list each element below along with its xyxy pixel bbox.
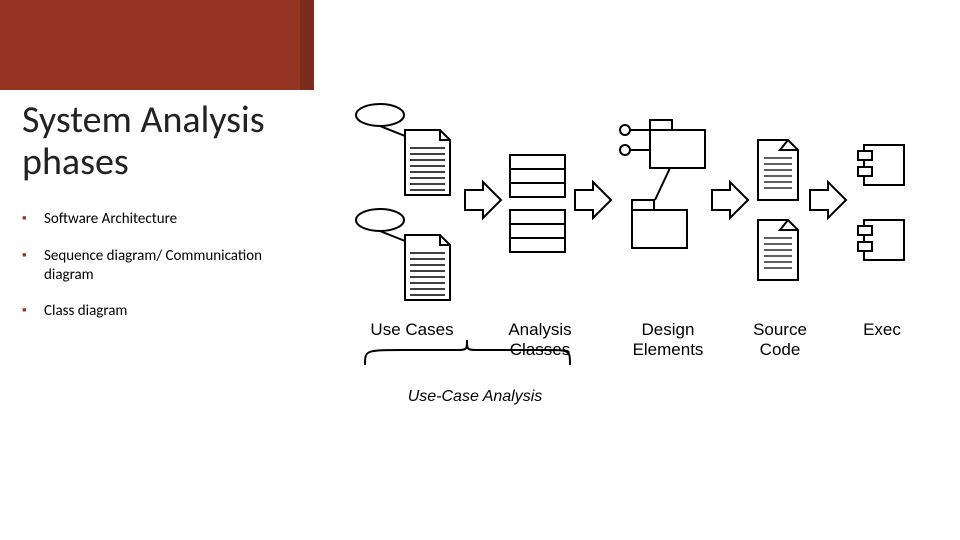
accent-band	[0, 0, 300, 90]
title-line-1: System Analysis	[22, 97, 265, 143]
arrow-icon	[712, 182, 748, 218]
list-item: Software Architecture	[22, 210, 302, 229]
page-title: System Analysis phases	[22, 100, 265, 184]
list-item: Sequence diagram/ Communication diagram	[22, 247, 302, 285]
process-diagram: Use Cases Analysis Classes Design Elemen…	[340, 100, 940, 430]
label-use-cases: Use Cases	[362, 320, 462, 340]
label-analysis-classes: Analysis Classes	[490, 320, 590, 360]
bullet-list: Software Architecture Sequence diagram/ …	[22, 210, 302, 339]
title-line-2: phases	[22, 139, 129, 185]
arrow-icon	[465, 182, 501, 218]
brace-label: Use-Case Analysis	[395, 388, 555, 406]
label-design-elements: Design Elements	[618, 320, 718, 360]
arrow-icon	[575, 182, 611, 218]
label-source-code: Source Code	[730, 320, 830, 360]
diagram-svg	[340, 100, 940, 430]
arrow-icon	[810, 182, 846, 218]
list-item: Class diagram	[22, 302, 302, 321]
label-exec: Exec	[832, 320, 932, 340]
